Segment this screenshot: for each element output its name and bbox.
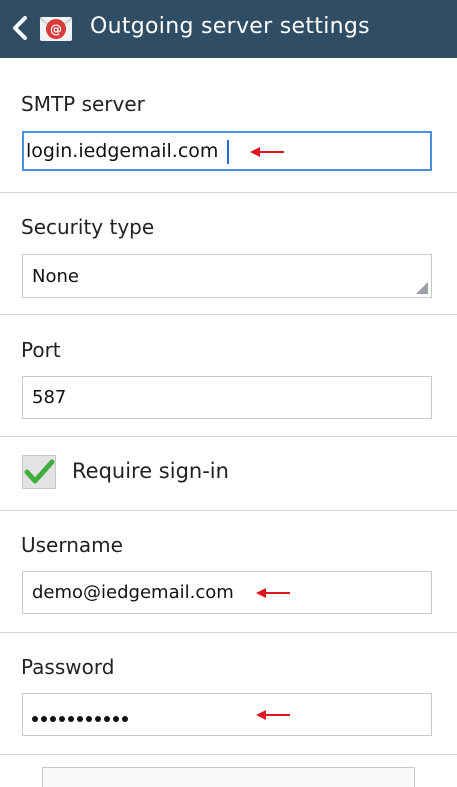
dropdown-corner-icon [416, 282, 428, 294]
divider [0, 314, 457, 315]
username-label: Username [21, 533, 123, 557]
annotation-arrow-icon [250, 147, 284, 157]
divider [0, 436, 457, 437]
port-input[interactable]: 587 [22, 376, 432, 419]
svg-text:@: @ [50, 23, 62, 37]
password-dot [68, 716, 74, 722]
security-type-select[interactable]: None [22, 254, 432, 298]
text-cursor [227, 140, 229, 164]
password-dot [95, 716, 101, 722]
title-bar: @ Outgoing server settings [0, 0, 457, 58]
port-value: 587 [32, 387, 67, 408]
port-label: Port [21, 338, 61, 362]
password-dot [41, 716, 47, 722]
divider [0, 754, 457, 755]
security-type-value: None [32, 266, 79, 287]
password-dot [113, 716, 119, 722]
smtp-server-label: SMTP server [21, 92, 145, 116]
password-label: Password [21, 655, 115, 679]
password-dot [59, 716, 65, 722]
username-value: demo@iedgemail.com [32, 582, 234, 603]
divider [0, 632, 457, 633]
password-dot [32, 716, 38, 722]
smtp-server-input[interactable]: login.iedgemail.com [22, 131, 432, 171]
checkmark-icon [24, 459, 55, 484]
password-dot [122, 716, 128, 722]
divider [0, 510, 457, 511]
annotation-arrow-icon [256, 710, 290, 720]
page-title: Outgoing server settings [90, 14, 370, 39]
back-chevron-icon[interactable] [10, 14, 30, 42]
password-input[interactable] [22, 693, 432, 736]
require-signin-label[interactable]: Require sign-in [72, 459, 229, 483]
password-masked-value [32, 707, 131, 726]
password-dot [77, 716, 83, 722]
security-type-label: Security type [21, 215, 155, 239]
smtp-server-value: login.iedgemail.com [26, 140, 219, 162]
divider [0, 192, 457, 193]
annotation-arrow-icon [256, 588, 290, 598]
password-dot [104, 716, 110, 722]
email-app-icon[interactable]: @ [38, 11, 74, 47]
next-button[interactable] [42, 767, 415, 787]
password-dot [50, 716, 56, 722]
password-dot [86, 716, 92, 722]
username-input[interactable]: demo@iedgemail.com [22, 571, 432, 614]
require-signin-checkbox[interactable] [22, 455, 56, 489]
